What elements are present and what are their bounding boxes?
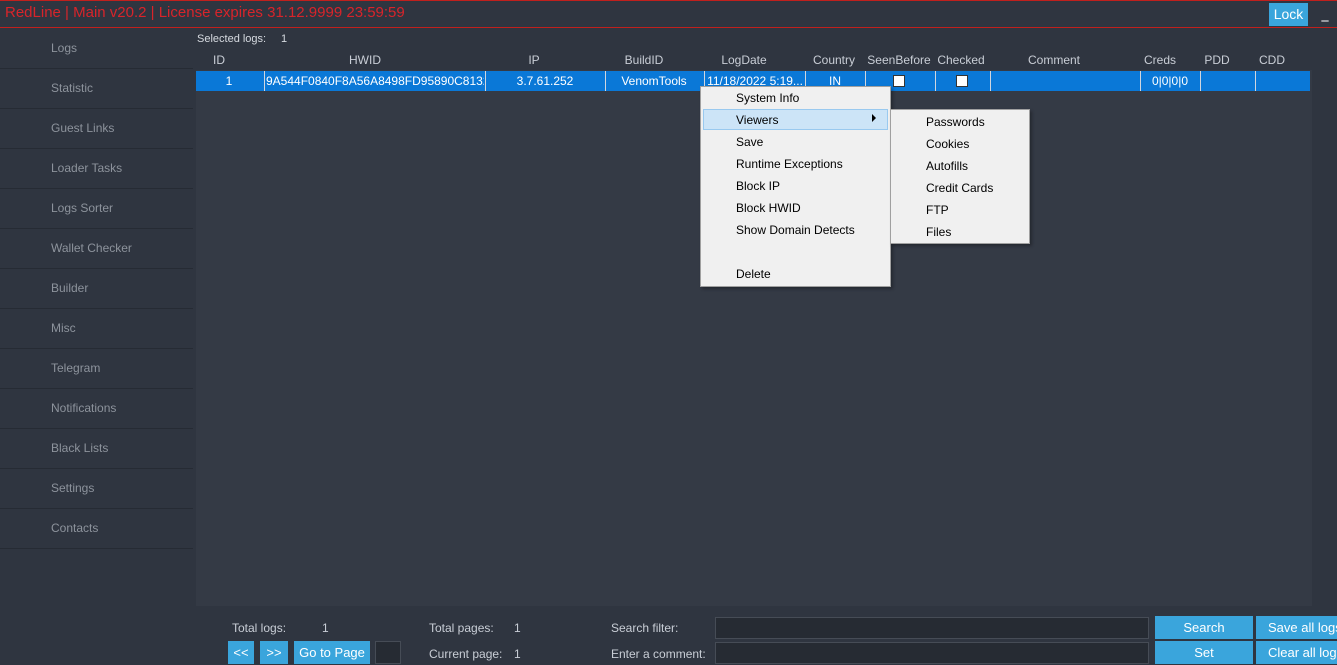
cell-hwid: 9A544F0840F8A56A8498FD95890C8132 <box>266 74 484 88</box>
sidebar-item-label: Logs <box>51 41 78 55</box>
column-header-pdd[interactable]: PDD <box>1197 53 1237 67</box>
title-bar: RedLine | Main v20.2 | License expires 3… <box>0 0 1337 28</box>
menu-item-show-domain-detects[interactable]: Show Domain Detects <box>736 223 855 237</box>
page-number-input[interactable] <box>375 641 401 664</box>
search-filter-input[interactable] <box>715 617 1149 639</box>
sidebar-item-label: Statistic <box>51 81 94 95</box>
cell-buildid: VenomTools <box>621 74 687 88</box>
set-button[interactable]: Set <box>1155 641 1253 664</box>
sidebar-item-guest-links[interactable]: Guest Links <box>0 109 193 149</box>
cell-divider <box>1255 71 1256 91</box>
column-header-checked[interactable]: Checked <box>934 53 988 67</box>
total-logs-label: Total logs: <box>232 621 287 635</box>
column-header-ip[interactable]: IP <box>486 53 582 67</box>
submenu-item-ftp[interactable]: FTP <box>926 203 949 217</box>
menu-item-delete[interactable]: Delete <box>736 267 771 281</box>
cell-divider <box>1200 71 1201 91</box>
sidebar-item-label: Black Lists <box>51 441 109 455</box>
sidebar: Logs Statistic Guest Links Loader Tasks … <box>0 29 193 665</box>
column-header-cdd[interactable]: CDD <box>1252 53 1292 67</box>
minimize-button[interactable]: _ <box>1318 3 1332 25</box>
sidebar-item-loader-tasks[interactable]: Loader Tasks <box>0 149 193 189</box>
comment-label: Enter a comment: <box>611 647 706 661</box>
column-header-id[interactable]: ID <box>196 53 242 67</box>
checked-checkbox[interactable] <box>956 75 968 87</box>
search-button[interactable]: Search <box>1155 616 1253 639</box>
sidebar-item-wallet-checker[interactable]: Wallet Checker <box>0 229 193 269</box>
submenu-item-cookies[interactable]: Cookies <box>926 137 969 151</box>
clear-all-logs-button[interactable]: Clear all logs <box>1256 641 1337 664</box>
sidebar-item-builder[interactable]: Builder <box>0 269 193 309</box>
sidebar-item-label: Contacts <box>51 521 99 535</box>
sidebar-item-black-lists[interactable]: Black Lists <box>0 429 193 469</box>
cell-ip: 3.7.61.252 <box>516 74 574 88</box>
column-header-comment[interactable]: Comment <box>994 53 1114 67</box>
viewers-submenu <box>890 109 1030 244</box>
context-menu-highlight <box>703 109 888 130</box>
lock-button[interactable]: Lock <box>1269 3 1308 26</box>
menu-item-viewers[interactable]: Viewers <box>736 113 778 127</box>
cell-creds: 0|0|0|0 <box>1151 74 1189 88</box>
previous-page-button[interactable]: << <box>228 641 254 664</box>
sidebar-item-contacts[interactable]: Contacts <box>0 509 193 549</box>
next-page-button[interactable]: >> <box>260 641 288 664</box>
sidebar-item-label: Notifications <box>51 401 117 415</box>
cell-divider <box>990 71 991 91</box>
sidebar-item-label: Telegram <box>51 361 101 375</box>
search-filter-label: Search filter: <box>611 621 679 635</box>
sidebar-item-misc[interactable]: Misc <box>0 309 193 349</box>
sidebar-item-logs[interactable]: Logs <box>0 29 193 69</box>
column-header-creds[interactable]: Creds <box>1135 53 1185 67</box>
sidebar-item-telegram[interactable]: Telegram <box>0 349 193 389</box>
column-header-country[interactable]: Country <box>806 53 862 67</box>
sidebar-item-statistic[interactable]: Statistic <box>0 69 193 109</box>
selected-logs-count: 1 <box>281 33 288 45</box>
sidebar-item-label: Logs Sorter <box>51 201 114 215</box>
cell-id: 1 <box>225 74 233 88</box>
menu-item-runtime-exceptions[interactable]: Runtime Exceptions <box>736 157 843 171</box>
save-all-logs-button[interactable]: Save all logs <box>1256 616 1337 639</box>
seen-before-checkbox[interactable] <box>893 75 905 87</box>
column-header-seenbefore[interactable]: SeenBefore <box>866 53 932 67</box>
current-page-value: 1 <box>514 647 521 661</box>
cell-divider <box>935 71 936 91</box>
submenu-arrow-icon <box>872 114 876 122</box>
menu-item-system-info[interactable]: System Info <box>736 91 799 105</box>
sidebar-item-label: Settings <box>51 481 95 495</box>
cell-divider <box>264 71 265 91</box>
total-logs-value: 1 <box>322 621 329 635</box>
sidebar-item-settings[interactable]: Settings <box>0 469 193 509</box>
sidebar-item-label: Wallet Checker <box>51 241 132 255</box>
submenu-item-files[interactable]: Files <box>926 225 951 239</box>
go-to-page-button[interactable]: Go to Page <box>294 641 370 664</box>
column-header-buildid[interactable]: BuildID <box>606 53 682 67</box>
total-pages-label: Total pages: <box>429 621 494 635</box>
sidebar-item-label: Builder <box>51 281 89 295</box>
sidebar-item-label: Guest Links <box>51 121 115 135</box>
submenu-item-credit-cards[interactable]: Credit Cards <box>926 181 993 195</box>
menu-item-block-hwid[interactable]: Block HWID <box>736 201 801 215</box>
column-header-logdate[interactable]: LogDate <box>706 53 782 67</box>
window-title: RedLine | Main v20.2 | License expires 3… <box>5 4 405 21</box>
selected-logs-label: Selected logs: <box>197 33 267 45</box>
submenu-item-passwords[interactable]: Passwords <box>926 115 985 129</box>
sidebar-item-label: Misc <box>51 321 76 335</box>
sidebar-item-logs-sorter[interactable]: Logs Sorter <box>0 189 193 229</box>
column-header-hwid[interactable]: HWID <box>265 53 465 67</box>
current-page-label: Current page: <box>429 647 503 661</box>
comment-input[interactable] <box>715 642 1149 664</box>
menu-item-save[interactable]: Save <box>736 135 763 149</box>
sidebar-item-notifications[interactable]: Notifications <box>0 389 193 429</box>
menu-item-block-ip[interactable]: Block IP <box>736 179 780 193</box>
submenu-item-autofills[interactable]: Autofills <box>926 159 968 173</box>
sidebar-item-label: Loader Tasks <box>51 161 123 175</box>
total-pages-value: 1 <box>514 621 521 635</box>
